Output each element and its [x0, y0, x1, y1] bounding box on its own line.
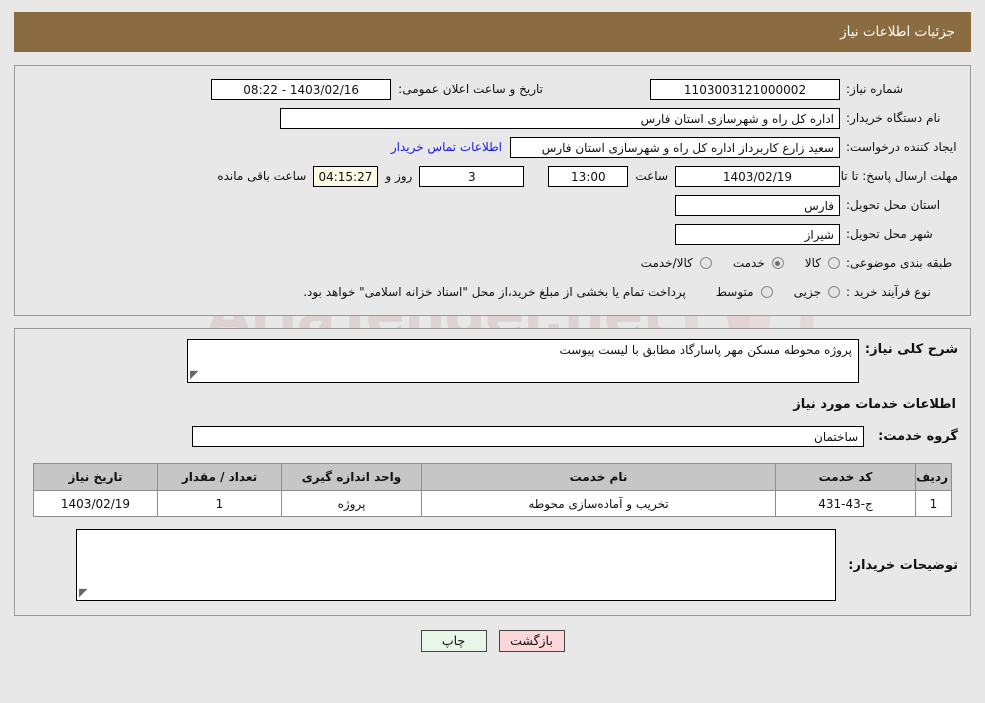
- deadline-date-field[interactable]: 1403/02/19: [675, 165, 840, 187]
- th-radif: ردیف: [915, 463, 952, 491]
- footer-button-bar: بازگشت چاپ: [0, 630, 985, 652]
- row-category: طبقه بندی موضوعی: کالا خدمت کالا/خدمت: [27, 252, 958, 274]
- summary-textarea[interactable]: پروژه محوطه مسکن مهر پاسارگاد مطابق با ل…: [186, 339, 859, 383]
- row-summary: شرح کلی نیاز: پروژه محوطه مسکن مهر پاسار…: [27, 339, 958, 383]
- service-group-label: گروه خدمت:: [878, 429, 958, 444]
- row-need-number: شماره نیاز: 1103003121000002 تاریخ و ساع…: [27, 78, 958, 100]
- th-quantity: تعداد / مقدار: [157, 463, 282, 491]
- th-need-date: تاریخ نیاز: [33, 463, 158, 491]
- table-header-row: ردیف کد خدمت نام خدمت واحد اندازه گیری ت…: [33, 463, 952, 491]
- city-field[interactable]: شیراز: [675, 223, 840, 245]
- category-label-kala: کالا: [804, 256, 821, 270]
- buyer-org-label: نام دستگاه خریدار:: [846, 111, 941, 125]
- creator-label: ایجاد کننده درخواست:: [846, 140, 957, 154]
- process-radio-group: جزیی متوسط: [690, 285, 840, 299]
- creator-field[interactable]: سعید زارع کاربرداز اداره کل راه و شهرساز…: [510, 136, 840, 158]
- process-radio-jozei[interactable]: [828, 286, 840, 298]
- category-label: طبقه بندی موضوعی:: [846, 256, 953, 270]
- process-label-jozei: جزیی: [793, 285, 821, 299]
- services-table-wrap: ردیف کد خدمت نام خدمت واحد اندازه گیری ت…: [33, 463, 952, 517]
- buyer-notes-textarea[interactable]: ◥: [76, 529, 837, 601]
- need-details-panel: شرح کلی نیاز: پروژه محوطه مسکن مهر پاسار…: [14, 328, 971, 616]
- need-number-label: شماره نیاز:: [846, 82, 903, 96]
- category-radio-kala[interactable]: [828, 257, 840, 269]
- summary-text: پروژه محوطه مسکن مهر پاسارگاد مطابق با ل…: [559, 343, 852, 357]
- time-label: ساعت: [635, 169, 668, 183]
- buyer-notes-label: توضیحات خریدار:: [848, 557, 958, 573]
- print-button[interactable]: چاپ: [420, 630, 487, 652]
- cell-unit: پروژه: [281, 490, 422, 517]
- th-unit: واحد اندازه گیری: [281, 463, 422, 491]
- cell-quantity: 1: [157, 490, 282, 517]
- process-note: پرداخت تمام یا بخشی از مبلغ خرید،از محل …: [303, 285, 686, 299]
- resize-grip-icon-notes[interactable]: ◥: [79, 586, 91, 599]
- row-creator: ایجاد کننده درخواست: سعید زارع کاربرداز …: [27, 136, 958, 158]
- remaining-days-field[interactable]: 3: [419, 165, 525, 187]
- category-radio-group: کالا خدمت کالا/خدمت: [627, 256, 840, 270]
- cell-radif: 1: [915, 490, 952, 517]
- row-buyer-notes: توضیحات خریدار: ◥: [27, 529, 958, 601]
- row-city: شهر محل تحویل: شیراز: [27, 223, 958, 245]
- buyer-org-field[interactable]: اداره کل راه و شهرسازی استان فارس: [280, 107, 840, 129]
- days-label: روز و: [385, 169, 413, 183]
- row-buyer-org: نام دستگاه خریدار: اداره کل راه و شهرساز…: [27, 107, 958, 129]
- table-row: 1 ج-43-431 تخریب و آماده‌سازی محوطه پروژ…: [33, 490, 952, 517]
- page-title-bar: جزئیات اطلاعات نیاز: [14, 12, 971, 52]
- category-label-khedmat: خدمت: [732, 256, 765, 270]
- buyer-contact-link[interactable]: اطلاعات تماس خریدار: [383, 140, 510, 154]
- category-radio-khedmat[interactable]: [771, 257, 784, 269]
- services-section-heading: اطلاعات خدمات مورد نیاز: [793, 397, 956, 412]
- category-label-kala-khedmat: کالا/خدمت: [640, 256, 693, 270]
- cell-need-date: 1403/02/19: [33, 490, 158, 517]
- row-province: استان محل تحویل: فارس: [27, 194, 958, 216]
- page-title: جزئیات اطلاعات نیاز: [840, 24, 955, 40]
- announce-label: تاریخ و ساعت اعلان عمومی:: [398, 82, 543, 96]
- row-deadline: مهلت ارسال پاسخ: تا تاریخ: 1403/02/19 سا…: [27, 165, 958, 187]
- summary-label: شرح کلی نیاز:: [864, 342, 958, 357]
- cell-service-name: تخریب و آماده‌سازی محوطه: [421, 490, 776, 517]
- process-label-motavaset: متوسط: [715, 285, 754, 299]
- process-radio-motavaset[interactable]: [760, 286, 773, 298]
- th-service-name: نام خدمت: [421, 463, 776, 491]
- need-number-field[interactable]: 1103003121000002: [650, 78, 840, 100]
- countdown-timer-field: 04:15:27: [313, 165, 379, 187]
- service-group-field[interactable]: ساختمان: [192, 426, 865, 447]
- process-label: نوع فرآیند خرید :: [846, 285, 931, 299]
- city-label: شهر محل تحویل:: [846, 227, 933, 241]
- remaining-hours-label: ساعت باقی مانده: [217, 169, 307, 183]
- province-label: استان محل تحویل:: [846, 198, 941, 212]
- row-service-group: گروه خدمت: ساختمان: [27, 426, 958, 447]
- announce-datetime-field[interactable]: 1403/02/16 - 08:22: [211, 78, 392, 100]
- province-field[interactable]: فارس: [675, 194, 840, 216]
- page-root: جزئیات اطلاعات نیاز شماره نیاز: 11030031…: [0, 12, 985, 652]
- resize-grip-icon[interactable]: ◥: [190, 368, 202, 381]
- back-button[interactable]: بازگشت: [498, 630, 565, 652]
- category-radio-kala-khedmat[interactable]: [699, 257, 712, 269]
- deadline-label: مهلت ارسال پاسخ: تا تاریخ:: [819, 168, 958, 183]
- cell-service-code: ج-43-431: [775, 490, 916, 517]
- need-info-panel: شماره نیاز: 1103003121000002 تاریخ و ساع…: [14, 65, 971, 316]
- services-table: ردیف کد خدمت نام خدمت واحد اندازه گیری ت…: [33, 463, 952, 517]
- th-service-code: کد خدمت: [775, 463, 916, 491]
- row-process: نوع فرآیند خرید : جزیی متوسط پرداخت تمام…: [27, 281, 958, 303]
- deadline-time-field[interactable]: 13:00: [548, 165, 629, 187]
